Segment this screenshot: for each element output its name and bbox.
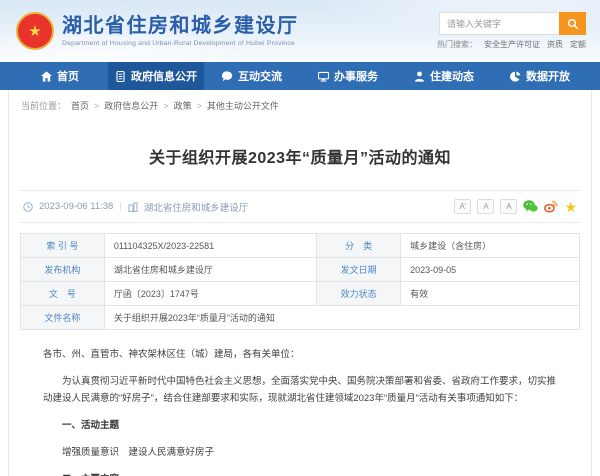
clock-icon <box>23 202 33 212</box>
breadcrumb-item-gov-info[interactable]: 政府信息公开 <box>104 99 158 112</box>
nav-item-open-data[interactable]: 数据开放 <box>492 62 588 90</box>
meta-divider: | <box>119 201 121 212</box>
info-value-validity: 有效 <box>401 282 580 306</box>
breadcrumb-separator: > <box>94 101 99 111</box>
source-name: 湖北省住房和城乡建设厅 <box>144 200 249 214</box>
info-label-issuing-agency: 发布机构 <box>21 258 105 282</box>
hot-search-item[interactable]: 安全生产许可证 <box>484 39 540 50</box>
table-row: 发布机构 湖北省住房和城乡建设厅 发文日期 2023-09-05 <box>21 258 580 282</box>
theme-paragraph: 增强质量意识 建设人民满意好房子 <box>43 444 557 461</box>
info-label-index-number: 索 引 号 <box>21 234 105 258</box>
breadcrumb-item-policy[interactable]: 政策 <box>174 99 192 112</box>
breadcrumb-separator: > <box>163 101 168 111</box>
publish-datetime: 2023-09-06 11:38 <box>39 201 113 212</box>
home-icon <box>41 71 52 82</box>
info-label-doc-number: 文 号 <box>21 282 105 306</box>
main-nav: 首页 政府信息公开 互动交流 办事服务 住建动态 数据开放 <box>0 62 600 90</box>
content-card: 当前位置： 首页 > 政府信息公开 > 政策 > 其他主动公开文件 关于组织开展… <box>8 90 592 476</box>
info-value-issue-date: 2023-09-05 <box>401 258 580 282</box>
table-row: 文 号 厅函〔2023〕1747号 效力状态 有效 <box>21 282 580 306</box>
hot-search-label: 热门搜索： <box>437 39 477 50</box>
section-heading-theme: 一、活动主题 <box>43 417 557 434</box>
document-body: 各市、州、直管市、神农架林区住（城）建局，各有关单位： 为认真贯彻习近平新时代中… <box>9 330 591 476</box>
breadcrumb: 当前位置： 首页 > 政府信息公开 > 政策 > 其他主动公开文件 <box>9 90 591 120</box>
font-size-medium-button[interactable]: A <box>477 199 494 214</box>
salutation-paragraph: 各市、州、直管市、神农架林区住（城）建局，各有关单位： <box>43 346 557 363</box>
info-value-index-number: 011104325X/2023-22581 <box>104 234 316 258</box>
font-size-small-button[interactable]: A <box>500 199 517 214</box>
search-icon <box>567 18 579 30</box>
nav-item-home[interactable]: 首页 <box>12 62 108 90</box>
monitor-icon <box>318 71 329 82</box>
national-emblem-icon: ★ <box>16 12 54 50</box>
nav-item-gov-info[interactable]: 政府信息公开 <box>108 62 204 90</box>
info-value-doc-number: 厅函〔2023〕1747号 <box>104 282 316 306</box>
breadcrumb-separator: > <box>197 101 202 111</box>
info-label-validity: 效力状态 <box>317 282 401 306</box>
section-heading-content: 二、主要内容 <box>43 471 557 476</box>
wechat-share-icon[interactable] <box>523 200 538 213</box>
info-value-category: 城乡建设（含住房） <box>401 234 580 258</box>
document-icon <box>115 71 126 82</box>
info-value-doc-title: 关于组织开展2023年“质量月”活动的通知 <box>104 306 579 330</box>
hot-search-item[interactable]: 定额 <box>570 39 586 50</box>
table-row: 文件名称 关于组织开展2023年“质量月”活动的通知 <box>21 306 580 330</box>
breadcrumb-label: 当前位置： <box>21 99 66 112</box>
site-brand: ★ 湖北省住房和城乡建设厅 Department of Housing and … <box>16 12 299 50</box>
pie-chart-icon <box>510 71 521 82</box>
font-size-large-button[interactable]: A' <box>454 199 471 214</box>
info-label-issue-date: 发文日期 <box>317 258 401 282</box>
table-row: 索 引 号 011104325X/2023-22581 分 类 城乡建设（含住房… <box>21 234 580 258</box>
nav-item-label: 互动交流 <box>238 68 282 84</box>
favorite-star-icon[interactable]: ★ <box>564 200 577 214</box>
nav-item-label: 政府信息公开 <box>131 68 197 84</box>
chat-icon <box>222 71 233 82</box>
nav-item-interaction[interactable]: 互动交流 <box>204 62 300 90</box>
info-value-issuing-agency: 湖北省住房和城乡建设厅 <box>104 258 316 282</box>
site-header: ★ 湖北省住房和城乡建设厅 Department of Housing and … <box>0 0 600 62</box>
nav-item-services[interactable]: 办事服务 <box>300 62 396 90</box>
breadcrumb-item-home[interactable]: 首页 <box>71 99 89 112</box>
breadcrumb-item-other-docs[interactable]: 其他主动公开文件 <box>207 99 279 112</box>
site-title: 湖北省住房和城乡建设厅 <box>62 15 299 37</box>
nav-item-label: 住建动态 <box>430 68 474 84</box>
person-icon <box>414 71 425 82</box>
weibo-share-icon[interactable] <box>544 200 558 213</box>
info-label-doc-title: 文件名称 <box>21 306 105 330</box>
search-button[interactable] <box>559 12 586 35</box>
document-info-table: 索 引 号 011104325X/2023-22581 分 类 城乡建设（含住房… <box>20 233 580 330</box>
nav-item-news[interactable]: 住建动态 <box>396 62 492 90</box>
site-subtitle: Department of Housing and Urban-Rural De… <box>62 40 299 47</box>
nav-item-label: 首页 <box>57 68 79 84</box>
article-meta-bar: 2023-09-06 11:38 | 湖北省住房和城乡建设厅 A' A A ★ <box>19 190 581 223</box>
page-title: 关于组织开展2023年“质量月”活动的通知 <box>39 144 561 168</box>
hot-search-item[interactable]: 资质 <box>547 39 563 50</box>
nav-item-label: 办事服务 <box>334 68 378 84</box>
search-input[interactable] <box>439 12 559 35</box>
intro-paragraph: 为认真贯彻习近平新时代中国特色社会主义思想，全面落实党中央、国务院决策部署和省委… <box>43 373 557 407</box>
info-label-category: 分 类 <box>317 234 401 258</box>
hot-search-bar: 热门搜索： 安全生产许可证 资质 定额 <box>437 39 586 50</box>
building-icon <box>128 202 138 212</box>
nav-item-label: 数据开放 <box>526 68 570 84</box>
